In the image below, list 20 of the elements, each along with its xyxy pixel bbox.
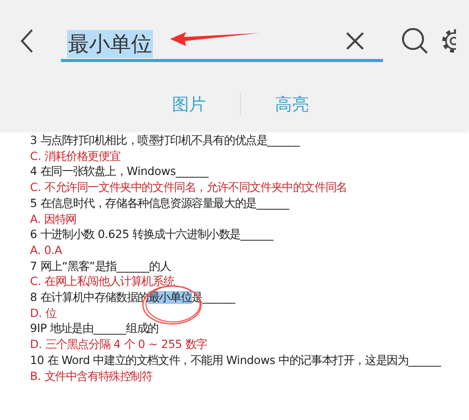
answer-text: C. 不允许同一文件夹中的文件同名，允许不同文件夹中的文件同名: [30, 180, 347, 196]
question-text: 9IP 地址是由______组成的: [30, 321, 158, 338]
question-text: 4 在同一张软盘上，Windows______: [30, 164, 208, 180]
answer-text: D. 位: [30, 306, 56, 322]
back-icon[interactable]: [20, 28, 34, 54]
tab[interactable]: 高亮: [241, 88, 343, 120]
close-icon[interactable]: [345, 31, 365, 51]
tab[interactable]: 图片: [138, 88, 240, 120]
answer-text: B. 文件中含有特殊控制符: [30, 368, 152, 384]
question-text: 10 在 Word 中建立的文档文件，不能用 Windows 中的记事本打开，这是因为______: [30, 352, 441, 369]
answer-text: D. 三个黑点分隔 4 个 0 ~ 255 数字: [30, 337, 208, 353]
answer-text: A. 因特网: [30, 212, 77, 228]
answer-text: A. 0.A: [30, 242, 62, 259]
question-text: 5 在信息时代，存储各种信息资源容量最大的是______: [30, 196, 290, 212]
answer-text: C. 消耗价格更便宜: [30, 148, 120, 164]
search-icon[interactable]: [401, 27, 429, 55]
question-text: 3 与点阵打印机相比，喷墨打印机不具有的优点是______: [30, 133, 300, 149]
question-text: 7 网上“黑客”是指______的人: [30, 258, 171, 274]
search-field[interactable]: 最小单位: [61, 28, 383, 62]
question-text: 6 十进制小数 0.625 转换成十六进制小数是______: [30, 227, 274, 243]
